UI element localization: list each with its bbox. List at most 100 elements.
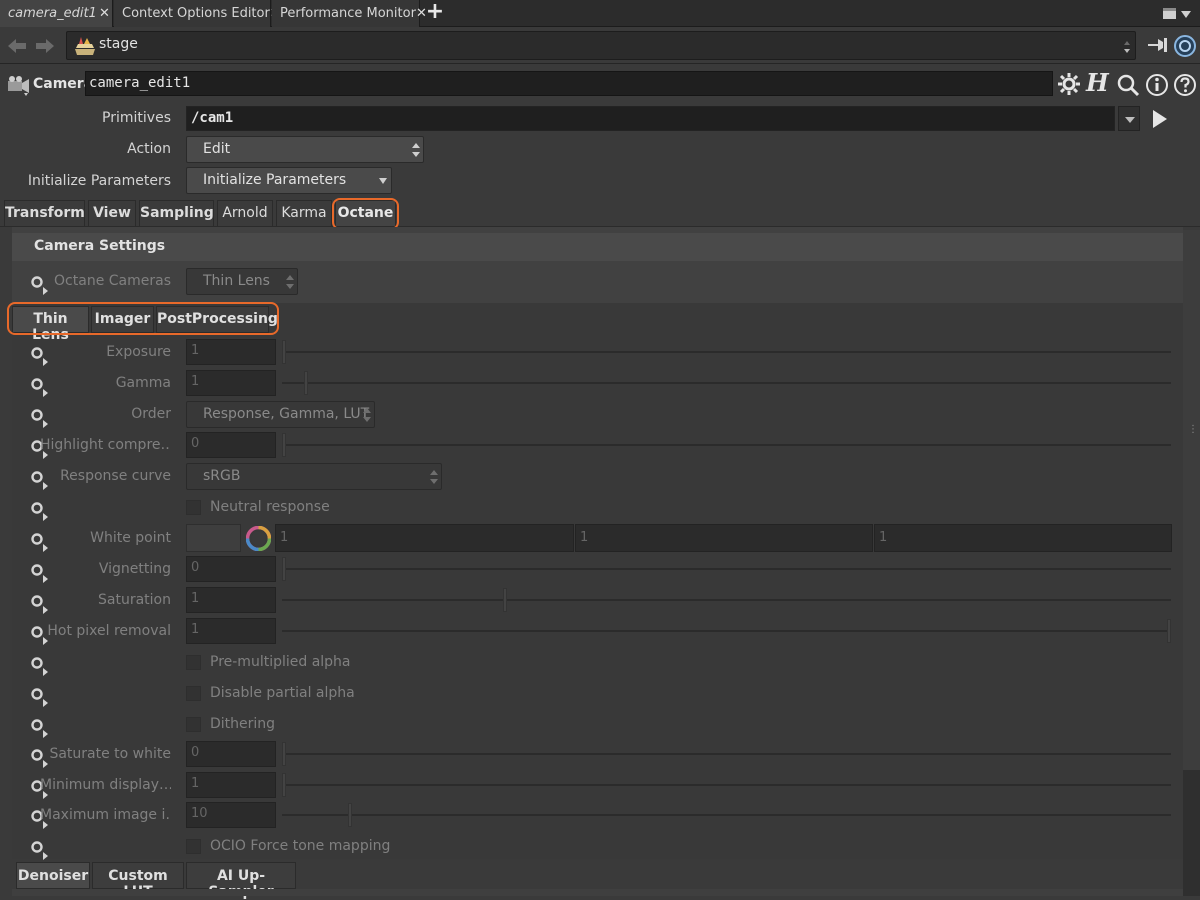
- white-point-swatch[interactable]: [186, 524, 241, 552]
- tab-ai-up-sampler[interactable]: AI Up-Sampler: [186, 862, 296, 900]
- gamma-field[interactable]: 1: [186, 370, 276, 396]
- help-icon[interactable]: [1173, 73, 1197, 97]
- minimum-display-slider-track[interactable]: [282, 784, 1171, 786]
- initialize-value: Initialize Parameters: [203, 172, 347, 188]
- saturation-label: Saturation: [98, 592, 171, 608]
- chevron-down-icon: [1125, 117, 1135, 123]
- color-wheel-icon[interactable]: [246, 526, 271, 551]
- highlight-compression-slider-track[interactable]: [282, 444, 1171, 446]
- tab-transform[interactable]: Transform: [4, 200, 85, 226]
- exposure-slider-track[interactable]: [282, 351, 1171, 353]
- primitives-label: Primitives: [102, 110, 171, 126]
- tab-view[interactable]: View: [88, 200, 136, 226]
- white-point-g-field[interactable]: 1: [575, 524, 873, 552]
- dithering-label: Dithering: [210, 716, 276, 732]
- maximum-image-intensity-field[interactable]: 10: [186, 802, 276, 828]
- forward-arrow-icon[interactable]: [34, 36, 56, 56]
- search-icon[interactable]: [1116, 73, 1140, 97]
- premultiplied-alpha-label: Pre-multiplied alpha: [210, 654, 351, 670]
- tab-performance-monitor[interactable]: Performance Monitor ✕: [272, 0, 427, 27]
- hot-pixel-removal-slider-handle[interactable]: [1167, 619, 1171, 643]
- tab-custom-lut[interactable]: Custom LUT: [92, 862, 184, 900]
- minimum-display-field[interactable]: 1: [186, 772, 276, 798]
- tab-denoiser[interactable]: Denoiser: [16, 862, 90, 889]
- animation-ring-icon[interactable]: [28, 685, 54, 711]
- initialize-menu[interactable]: Initialize Parameters: [186, 167, 392, 194]
- vignetting-slider-track[interactable]: [282, 568, 1171, 570]
- animation-ring-icon[interactable]: [28, 654, 54, 680]
- octane-cameras-value: Thin Lens: [203, 273, 270, 289]
- saturate-to-white-label: Saturate to white: [49, 746, 171, 762]
- disable-partial-alpha-checkbox[interactable]: [186, 686, 201, 701]
- back-arrow-icon[interactable]: [6, 36, 28, 56]
- gamma-slider-track[interactable]: [282, 382, 1171, 384]
- select-arrow-icon[interactable]: [1150, 108, 1170, 130]
- close-icon[interactable]: ✕: [97, 6, 112, 21]
- info-icon[interactable]: [1145, 73, 1169, 97]
- saturation-field[interactable]: 1: [186, 587, 276, 613]
- vignetting-slider-handle[interactable]: [282, 557, 286, 581]
- action-menu[interactable]: Edit: [186, 136, 424, 163]
- camera-node-icon[interactable]: [4, 74, 32, 96]
- node-header: Camera camera_edit1 H: [0, 68, 1200, 100]
- disable-partial-alpha-label: Disable partial alpha: [210, 685, 355, 701]
- updown-icon: [363, 408, 371, 422]
- saturation-slider-handle[interactable]: [503, 588, 508, 612]
- houdini-help-icon[interactable]: H: [1086, 68, 1110, 97]
- camera-settings-header[interactable]: Camera Settings: [12, 233, 1183, 261]
- animation-ring-icon[interactable]: [28, 499, 54, 525]
- response-curve-menu[interactable]: sRGB: [186, 463, 442, 490]
- chevron-down-icon[interactable]: [1181, 11, 1191, 18]
- white-point-b-field[interactable]: 1: [874, 524, 1172, 552]
- maximum-image-intensity-slider-handle[interactable]: [348, 803, 353, 827]
- white-point-r-field[interactable]: 1: [275, 524, 574, 552]
- order-label: Order: [131, 406, 171, 422]
- tab-sampling[interactable]: Sampling: [139, 200, 214, 226]
- chevron-down-icon[interactable]: [1123, 40, 1131, 54]
- tab-context-options-editor[interactable]: Context Options Editor ✕: [114, 0, 281, 27]
- pin-icon[interactable]: [1146, 36, 1170, 54]
- hot-pixel-removal-label: Hot pixel removal: [47, 623, 171, 639]
- exposure-slider-handle[interactable]: [282, 340, 286, 364]
- vignetting-field[interactable]: 0: [186, 556, 276, 582]
- saturate-to-white-field[interactable]: 0: [186, 741, 276, 767]
- path-bar: stage: [0, 28, 1200, 64]
- scrollbar[interactable]: ⋮⋮: [1183, 230, 1200, 770]
- premultiplied-alpha-checkbox[interactable]: [186, 655, 201, 670]
- tab-camera-edit1[interactable]: camera_edit1 ✕: [0, 0, 113, 27]
- maximum-image-intensity-label: Maximum image i…: [40, 807, 171, 823]
- animation-ring-icon[interactable]: [28, 716, 54, 742]
- octane-cameras-menu[interactable]: Thin Lens: [186, 268, 298, 295]
- maximum-image-intensity-slider-track[interactable]: [282, 814, 1171, 816]
- primitives-field[interactable]: /cam1: [186, 106, 1115, 131]
- pane-menu-icon[interactable]: [1163, 8, 1176, 19]
- add-tab-icon[interactable]: +: [424, 1, 446, 25]
- saturate-to-white-slider-track[interactable]: [282, 753, 1171, 755]
- ocio-force-tone-mapping-label: OCIO Force tone mapping: [210, 838, 391, 854]
- camera-settings-title: Camera Settings: [34, 238, 166, 254]
- primitives-dropdown[interactable]: [1118, 106, 1140, 131]
- tab-karma[interactable]: Karma: [276, 200, 332, 226]
- ocio-force-tone-mapping-checkbox[interactable]: [186, 839, 201, 854]
- tab-arnold[interactable]: Arnold: [217, 200, 273, 226]
- exposure-field[interactable]: 1: [186, 339, 276, 365]
- hot-pixel-removal-slider-track[interactable]: [282, 630, 1171, 632]
- path-field[interactable]: stage: [66, 31, 1136, 60]
- link-target-icon[interactable]: [1173, 34, 1197, 58]
- saturate-to-white-slider-handle[interactable]: [282, 742, 286, 766]
- gamma-slider-handle[interactable]: [304, 371, 309, 395]
- animation-ring-icon[interactable]: [28, 838, 54, 864]
- highlight-compression-slider-handle[interactable]: [282, 433, 286, 457]
- gear-icon[interactable]: [1057, 72, 1081, 96]
- action-label: Action: [127, 141, 171, 157]
- dithering-checkbox[interactable]: [186, 717, 201, 732]
- neutral-response-checkbox[interactable]: [186, 500, 201, 515]
- minimum-display-slider-handle[interactable]: [282, 773, 286, 797]
- saturation-slider-track[interactable]: [282, 599, 1171, 601]
- highlight-compression-field[interactable]: 0: [186, 432, 276, 458]
- scroll-grip-icon: ⋮⋮: [1188, 424, 1200, 435]
- response-curve-label: Response curve: [60, 468, 171, 484]
- order-menu[interactable]: Response, Gamma, LUT: [186, 401, 375, 428]
- hot-pixel-removal-field[interactable]: 1: [186, 618, 276, 644]
- node-name-field[interactable]: camera_edit1: [85, 71, 1053, 96]
